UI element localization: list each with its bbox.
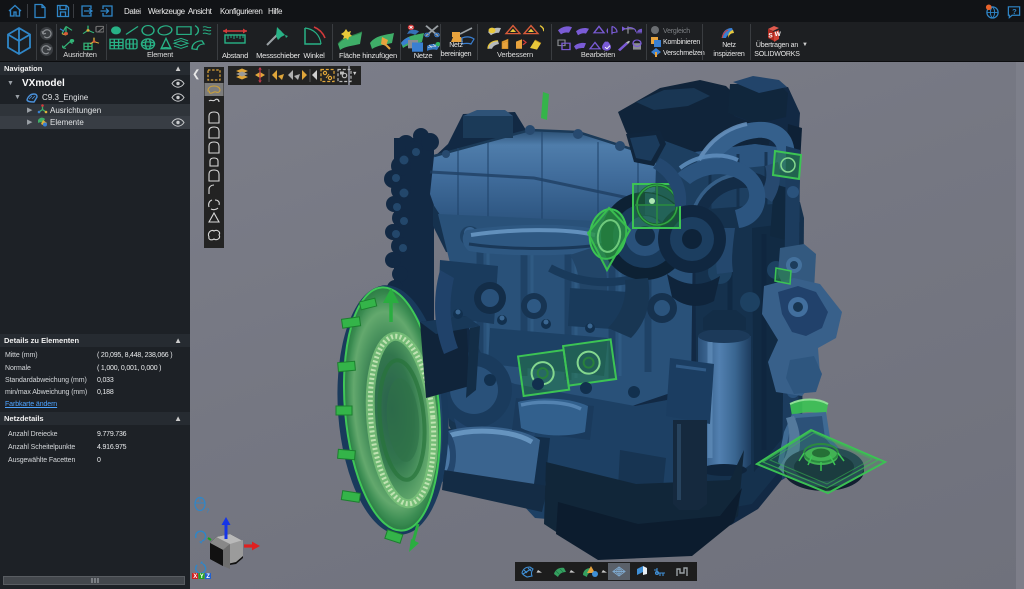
svg-text:?: ? — [1012, 7, 1017, 16]
svg-text:?: ? — [206, 509, 210, 515]
svg-text:Z: Z — [206, 574, 210, 580]
svg-text:Y: Y — [200, 574, 204, 580]
svg-text:W: W — [775, 31, 782, 38]
svg-text:S: S — [768, 33, 773, 40]
svg-text:X: X — [193, 574, 197, 580]
